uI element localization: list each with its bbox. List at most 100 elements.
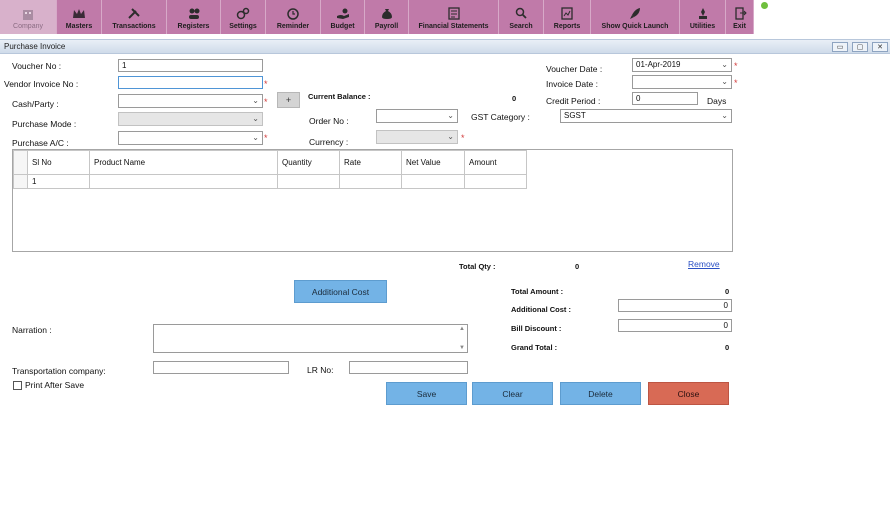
voucher-no-input[interactable]: 1	[118, 59, 263, 72]
window-titlebar: Purchase Invoice ▭ ▢ ✕	[0, 39, 890, 54]
toolbar-registers-button[interactable]: Registers	[167, 0, 221, 34]
row-header-cell[interactable]	[13, 174, 28, 189]
toolbar-label: Settings	[229, 23, 257, 30]
lr-no-input[interactable]	[349, 361, 468, 374]
minimize-button[interactable]: ▭	[832, 42, 848, 52]
chevron-down-icon: ⌄	[252, 133, 259, 142]
purchase-mode-select[interactable]: ⌄	[118, 112, 263, 126]
required-mark: *	[734, 61, 738, 71]
transport-company-label: Transportation company:	[12, 366, 106, 376]
toolbar-label: Transactions	[112, 23, 156, 30]
product-grid: Sl No Product Name Quantity Rate Net Val…	[12, 149, 733, 252]
purchase-ac-label: Purchase A/C :	[12, 138, 69, 148]
people-icon	[188, 8, 199, 19]
transport-company-input[interactable]	[153, 361, 289, 374]
voucher-date-value: 01-Apr-2019	[636, 60, 681, 69]
toolbar-label: Financial Statements	[418, 23, 489, 30]
toolbar-label: Budget	[330, 23, 355, 30]
minimize-icon: ▭	[836, 43, 844, 51]
table-row[interactable]: 1	[13, 174, 527, 189]
grand-total-value: 0	[725, 343, 730, 352]
grid-cell-rate[interactable]	[339, 174, 402, 189]
bill-discount-label: Bill Discount :	[511, 324, 562, 333]
current-balance-value: 0	[512, 94, 517, 103]
voucher-date-picker[interactable]: 01-Apr-2019 ⌄	[632, 58, 732, 72]
total-qty-value: 0	[575, 262, 580, 271]
reports-icon	[561, 7, 573, 20]
toolbar-label: Reports	[553, 23, 581, 30]
toolbar-financial-statements-button[interactable]: Financial Statements	[409, 0, 499, 34]
toolbar-show-quick-launch-button[interactable]: Show Quick Launch	[591, 0, 680, 34]
toolbar-payroll-button[interactable]: Payroll	[365, 0, 409, 34]
toolbar-reports-button[interactable]: Reports	[544, 0, 591, 34]
grid-cell-sl-no[interactable]: 1	[27, 174, 90, 189]
required-mark: *	[461, 133, 465, 143]
chevron-down-icon: ⌄	[721, 77, 728, 86]
main-toolbar: Company Masters Transactions Registers S…	[0, 0, 890, 37]
grand-total-label: Grand Total :	[511, 343, 558, 352]
lr-no-label: LR No:	[307, 365, 334, 375]
close-icon: ✕	[877, 43, 883, 51]
remove-link[interactable]: Remove	[688, 259, 720, 269]
toolbar-masters-button[interactable]: Masters	[57, 0, 102, 34]
vendor-invoice-input[interactable]	[118, 76, 263, 89]
cash-party-select[interactable]: ⌄	[118, 94, 263, 108]
required-mark: *	[264, 97, 268, 107]
chevron-down-icon: ⌄	[721, 60, 728, 69]
grid-cell-net-value[interactable]	[401, 174, 465, 189]
grid-header-row: Sl No Product Name Quantity Rate Net Val…	[13, 150, 527, 175]
print-after-save-checkbox[interactable]	[13, 381, 22, 390]
toolbar-reminder-button[interactable]: Reminder	[266, 0, 321, 34]
gst-category-select[interactable]: SGST ⌄	[560, 109, 732, 123]
toolbar-transactions-button[interactable]: Transactions	[102, 0, 167, 34]
toolbar-budget-button[interactable]: Budget	[321, 0, 365, 34]
required-mark: *	[734, 78, 738, 88]
cash-party-label: Cash/Party :	[12, 99, 59, 109]
currency-select[interactable]: ⌄	[376, 130, 458, 144]
money-bag-icon	[381, 9, 392, 19]
grid-cell-amount[interactable]	[464, 174, 527, 189]
add-party-button[interactable]: +	[277, 92, 300, 108]
toolbar-label: Show Quick Launch	[601, 23, 669, 30]
scroll-down-icon[interactable]: ▼	[459, 345, 465, 351]
crown-icon	[73, 9, 85, 18]
restore-button[interactable]: ▢	[852, 42, 868, 52]
current-balance-label: Current Balance :	[308, 92, 371, 101]
toolbar-search-button[interactable]: Search	[499, 0, 544, 34]
total-amount-label: Total Amount :	[511, 287, 564, 296]
gst-category-label: GST Category :	[471, 112, 530, 122]
toolbar-label: Company	[13, 23, 43, 30]
product-table: Sl No Product Name Quantity Rate Net Val…	[13, 150, 527, 189]
toolbar-exit-button[interactable]: Exit	[726, 0, 754, 34]
total-qty-label: Total Qty :	[459, 262, 496, 271]
delete-button[interactable]: Delete	[560, 382, 641, 405]
toolbar-utilities-button[interactable]: Utilities	[680, 0, 726, 34]
toolbar-label: Exit	[733, 23, 746, 30]
toolbar-label: Registers	[177, 23, 210, 30]
clear-button[interactable]: Clear	[472, 382, 553, 405]
close-button[interactable]: Close	[648, 382, 729, 405]
additional-cost-button[interactable]: Additional Cost	[294, 280, 387, 303]
toolbar-company-button[interactable]: Company	[0, 0, 57, 34]
grid-cell-quantity[interactable]	[277, 174, 340, 189]
toolbar-label: Reminder	[276, 23, 310, 30]
grid-cell-product-name[interactable]	[89, 174, 278, 189]
toolbar-settings-button[interactable]: Settings	[221, 0, 266, 34]
save-button[interactable]: Save	[386, 382, 467, 405]
narration-textarea[interactable]: ▲ ▼	[153, 324, 468, 353]
voucher-date-label: Voucher Date :	[546, 64, 603, 74]
purchase-ac-select[interactable]: ⌄	[118, 131, 263, 145]
vendor-invoice-label: Vendor Invoice No :	[4, 79, 79, 89]
order-no-select[interactable]: ⌄	[376, 109, 458, 123]
toolbar-label: Masters	[65, 23, 93, 30]
close-window-button[interactable]: ✕	[872, 42, 888, 52]
chevron-down-icon: ⌄	[252, 96, 259, 105]
bill-discount-input[interactable]: 0	[618, 319, 732, 332]
invoice-date-picker[interactable]: ⌄	[632, 75, 732, 89]
scroll-up-icon[interactable]: ▲	[459, 326, 465, 332]
additional-cost-input[interactable]: 0	[618, 299, 732, 312]
chevron-down-icon: ⌄	[721, 111, 728, 120]
alarm-clock-icon	[287, 8, 299, 20]
credit-period-input[interactable]: 0	[632, 92, 698, 105]
row-header-cell	[13, 150, 28, 175]
